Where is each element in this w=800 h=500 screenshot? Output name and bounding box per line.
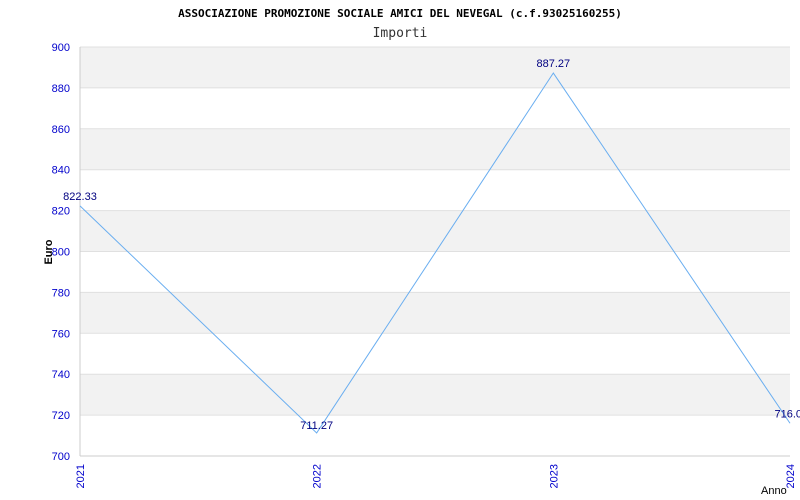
data-label: 711.27 (300, 420, 333, 432)
y-tick-label: 900 (52, 42, 70, 54)
y-tick-label: 820 (52, 206, 70, 218)
grid-band (80, 47, 790, 88)
y-tick-label: 760 (52, 328, 70, 340)
grid-band (80, 292, 790, 334)
y-tick-label: 780 (52, 287, 70, 299)
y-tick-label: 720 (52, 410, 70, 422)
y-tick-label: 840 (52, 165, 70, 177)
chart-title: ASSOCIAZIONE PROMOZIONE SOCIALE AMICI DE… (178, 7, 622, 20)
x-tick-labels: 2021 2022 2023 2024 (75, 464, 797, 488)
grid-band (80, 374, 790, 416)
data-label: 716.0 (774, 408, 800, 420)
y-axis-label: Euro (43, 239, 55, 264)
x-tick-label: 2021 (75, 464, 87, 488)
grid-band (80, 128, 790, 170)
chart-subtitle: Importi (373, 26, 428, 41)
data-label: 887.27 (537, 58, 571, 70)
line-chart: 700720740760780800820840860880900 2021 20… (43, 7, 800, 497)
data-label: 822.33 (63, 191, 97, 203)
grid-band (80, 251, 790, 293)
x-tick-label: 2022 (312, 464, 324, 488)
grid-band (80, 333, 790, 375)
y-tick-label: 860 (52, 124, 70, 136)
x-tick-label: 2024 (785, 464, 797, 488)
x-axis-label: Anno (761, 485, 787, 497)
grid-band (80, 169, 790, 211)
grid-band (80, 87, 790, 129)
grid-band (80, 415, 790, 456)
y-tick-label: 700 (52, 451, 70, 463)
grid-band (80, 210, 790, 252)
x-tick-label: 2023 (548, 464, 560, 488)
y-tick-label: 740 (52, 369, 70, 381)
y-tick-label: 880 (52, 83, 70, 95)
